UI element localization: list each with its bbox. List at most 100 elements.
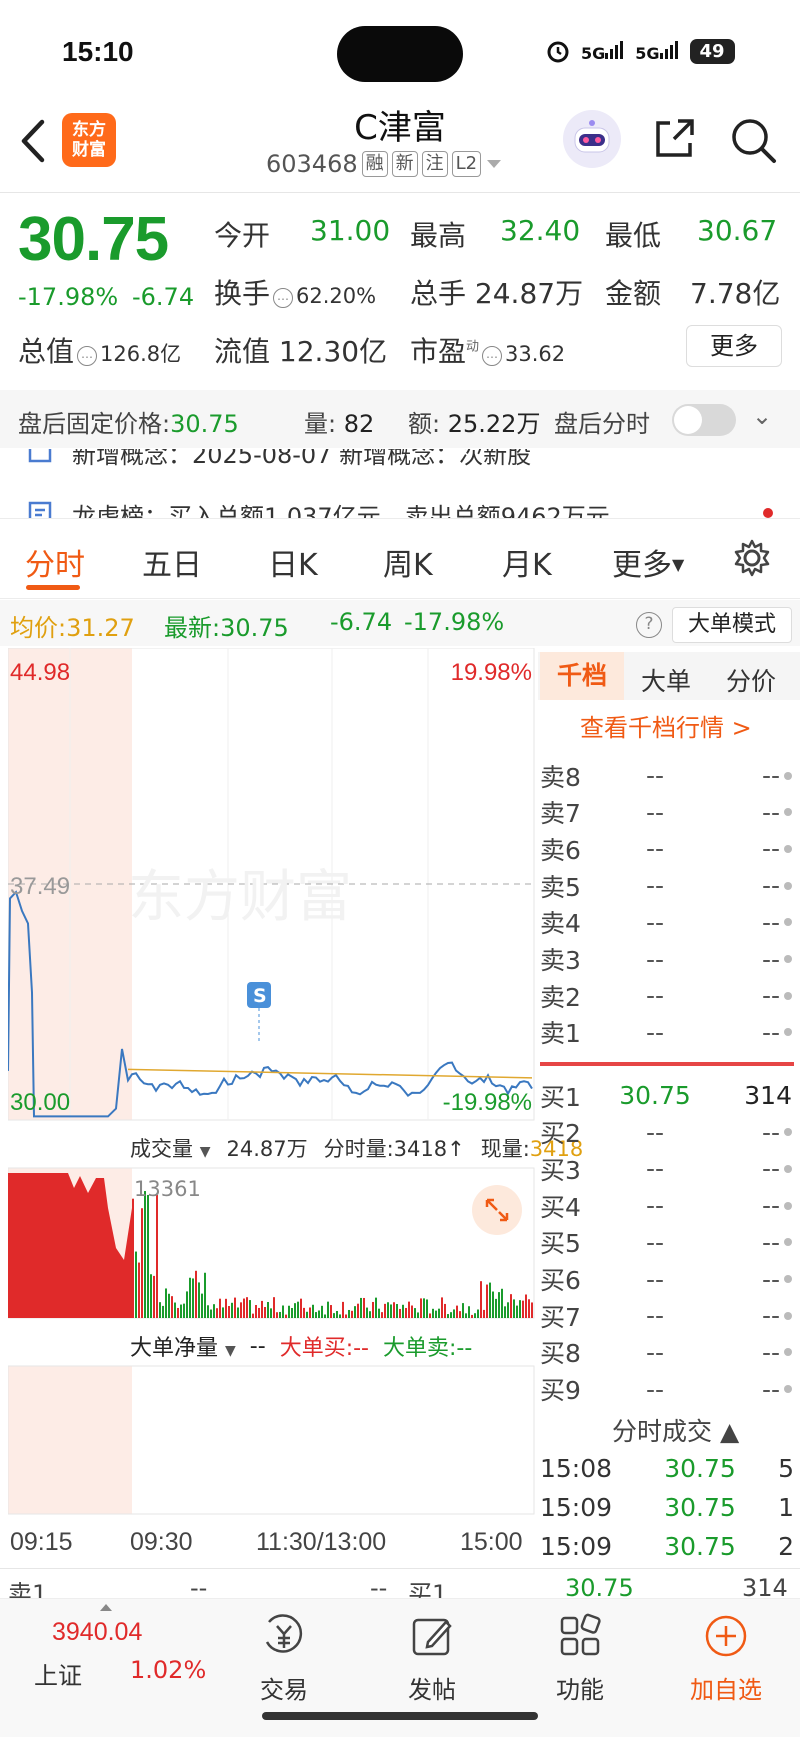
volume-bar bbox=[348, 1309, 350, 1318]
news-item-concept[interactable]: 新增概念：2025-08-07 新增概念：次新股 bbox=[0, 449, 800, 469]
volume-bar bbox=[204, 1272, 206, 1318]
tab-week-k[interactable]: 周K bbox=[383, 540, 433, 584]
stock-subtitle[interactable]: 603468 融 新 注 L2 bbox=[266, 150, 503, 178]
share-icon[interactable] bbox=[650, 115, 698, 163]
volume-bar bbox=[357, 1303, 359, 1318]
info-icon[interactable]: … bbox=[273, 288, 294, 308]
tab-big-order[interactable]: 大单 bbox=[641, 662, 691, 698]
volume-bar bbox=[216, 1308, 218, 1318]
after-hours-toggle[interactable] bbox=[672, 404, 736, 436]
help-icon[interactable]: ? bbox=[636, 612, 662, 638]
nav-functions[interactable]: 功能 bbox=[530, 1612, 630, 1705]
trade-time: 15:09 bbox=[540, 1493, 613, 1522]
buy-order-row[interactable]: 买2 -- -- bbox=[540, 1114, 792, 1151]
info-icon[interactable]: … bbox=[482, 346, 503, 366]
info-icon[interactable]: … bbox=[77, 346, 98, 366]
chevron-down-icon[interactable]: ⌄ bbox=[752, 402, 772, 430]
float-value: 12.30亿 bbox=[278, 335, 388, 368]
latest-pct: -17.98% bbox=[404, 608, 505, 636]
tab-month-k[interactable]: 月K bbox=[502, 540, 552, 584]
amount-label: 金额 bbox=[605, 277, 662, 310]
buy-order-row[interactable]: 买9 -- -- bbox=[540, 1371, 792, 1408]
time-label-0930: 09:30 bbox=[130, 1528, 193, 1556]
news-item-dragon-tiger[interactable]: 龙虎榜：买入总额1.037亿元，卖出总额9462万元 bbox=[0, 497, 800, 518]
nav-post[interactable]: 发帖 bbox=[382, 1612, 482, 1705]
tag-margin: 融 bbox=[361, 151, 388, 177]
big-buy: 大单买:-- bbox=[279, 1336, 369, 1361]
expand-icon[interactable] bbox=[472, 1185, 522, 1235]
tab-more[interactable]: 更多▼ bbox=[612, 540, 684, 584]
sell-order-row[interactable]: 卖5 -- -- bbox=[540, 867, 792, 904]
change-amount: -6.74 bbox=[132, 283, 195, 311]
trade-row: 15:09 30.75 1 bbox=[540, 1493, 794, 1522]
search-icon[interactable] bbox=[728, 115, 778, 165]
volume-bar bbox=[222, 1307, 224, 1318]
tab-fenshi[interactable]: 分时 bbox=[25, 540, 85, 584]
volume-bar bbox=[390, 1304, 392, 1318]
nav-trade[interactable]: 交易 bbox=[234, 1612, 334, 1705]
buy-order-row[interactable]: 买1 30.75 314 bbox=[540, 1077, 792, 1114]
caret-down-icon: ▼ bbox=[672, 555, 685, 574]
volume-bar bbox=[477, 1309, 479, 1318]
trade-yuan-icon bbox=[265, 1614, 303, 1653]
sell-level-price: -- bbox=[645, 944, 665, 974]
index-percent[interactable]: 1.02% bbox=[130, 1656, 206, 1684]
volume-bar bbox=[327, 1301, 329, 1318]
netflow-selector[interactable]: 大单净量 ▼ bbox=[130, 1330, 236, 1362]
sell-order-row[interactable]: 卖6 -- -- bbox=[540, 830, 792, 867]
sell-order-row[interactable]: 卖4 -- -- bbox=[540, 904, 792, 941]
intraday-chart[interactable]: 东方财富 S 44.98 37.49 30.00 19.98% -19.98% bbox=[8, 648, 536, 1568]
buy-order-row[interactable]: 买8 -- -- bbox=[540, 1334, 792, 1371]
tab-qiandang[interactable]: 千档 bbox=[540, 652, 624, 700]
buy-order-row[interactable]: 买3 -- -- bbox=[540, 1150, 792, 1187]
tab-price-distribution[interactable]: 分价 bbox=[726, 662, 776, 698]
sell-level-price: -- bbox=[645, 871, 665, 901]
sell-order-row[interactable]: 卖3 -- -- bbox=[540, 941, 792, 978]
level-dot bbox=[784, 918, 792, 927]
sell-level-price: -- bbox=[645, 797, 665, 827]
buy-level-price: -- bbox=[645, 1374, 665, 1404]
time-label-1500: 15:00 bbox=[460, 1528, 523, 1556]
volume-bar bbox=[429, 1313, 431, 1318]
buy-level-volume: -- bbox=[761, 1264, 780, 1294]
volume-bar bbox=[228, 1306, 230, 1318]
sell-order-row[interactable]: 卖1 -- -- bbox=[540, 1014, 792, 1051]
float-label: 流值 12.30亿 bbox=[214, 335, 388, 368]
volume-bar bbox=[189, 1277, 191, 1318]
volume-bar bbox=[210, 1309, 212, 1318]
volume-selector[interactable]: 成交量 ▼ bbox=[130, 1133, 210, 1163]
index-name[interactable]: 上证 bbox=[34, 1656, 82, 1691]
level-dot bbox=[784, 844, 792, 853]
time-label-0915: 09:15 bbox=[10, 1528, 73, 1556]
after-hours-amount: 额: 25.22万 bbox=[408, 410, 541, 438]
sell-order-row[interactable]: 卖7 -- -- bbox=[540, 794, 792, 831]
sell-order-row[interactable]: 卖8 -- -- bbox=[540, 757, 792, 794]
big-order-mode-button[interactable]: 大单模式 bbox=[672, 607, 792, 643]
tab-five-day[interactable]: 五日 bbox=[142, 540, 202, 584]
tab-day-k[interactable]: 日K bbox=[268, 540, 318, 584]
low-label: 最低 bbox=[605, 219, 662, 252]
buy-level-label: 买3 bbox=[540, 1155, 581, 1185]
buy-order-row[interactable]: 买7 -- -- bbox=[540, 1297, 792, 1334]
buy-level-label: 买7 bbox=[540, 1302, 581, 1332]
trades-title[interactable]: 分时成交 ▲ bbox=[612, 1412, 739, 1448]
index-price[interactable]: 3940.04 bbox=[52, 1618, 142, 1647]
sell-level-volume: -- bbox=[761, 871, 780, 901]
time-label-midday: 11:30/13:00 bbox=[256, 1528, 387, 1556]
ai-robot-icon[interactable] bbox=[563, 110, 621, 168]
sell-order-row[interactable]: 卖2 -- -- bbox=[540, 977, 792, 1014]
buy-order-row[interactable]: 买5 -- -- bbox=[540, 1224, 792, 1261]
more-button[interactable]: 更多 bbox=[686, 325, 782, 367]
view-qiandang-link[interactable]: 查看千档行情 > bbox=[580, 708, 752, 743]
buy-order-row[interactable]: 买6 -- -- bbox=[540, 1261, 792, 1298]
volume-bar bbox=[246, 1297, 248, 1318]
buy-level-price: -- bbox=[645, 1337, 665, 1367]
buy-level-volume: -- bbox=[761, 1227, 780, 1257]
buy-level-label: 买5 bbox=[540, 1229, 581, 1259]
buy-level-price: -- bbox=[645, 1154, 665, 1184]
nav-add-watchlist[interactable]: 加自选 bbox=[676, 1612, 776, 1705]
cell-signal-icon bbox=[605, 41, 624, 59]
settings-gear-icon[interactable] bbox=[732, 538, 772, 578]
buy-order-row[interactable]: 买4 -- -- bbox=[540, 1187, 792, 1224]
buy-level-volume: -- bbox=[761, 1301, 780, 1331]
